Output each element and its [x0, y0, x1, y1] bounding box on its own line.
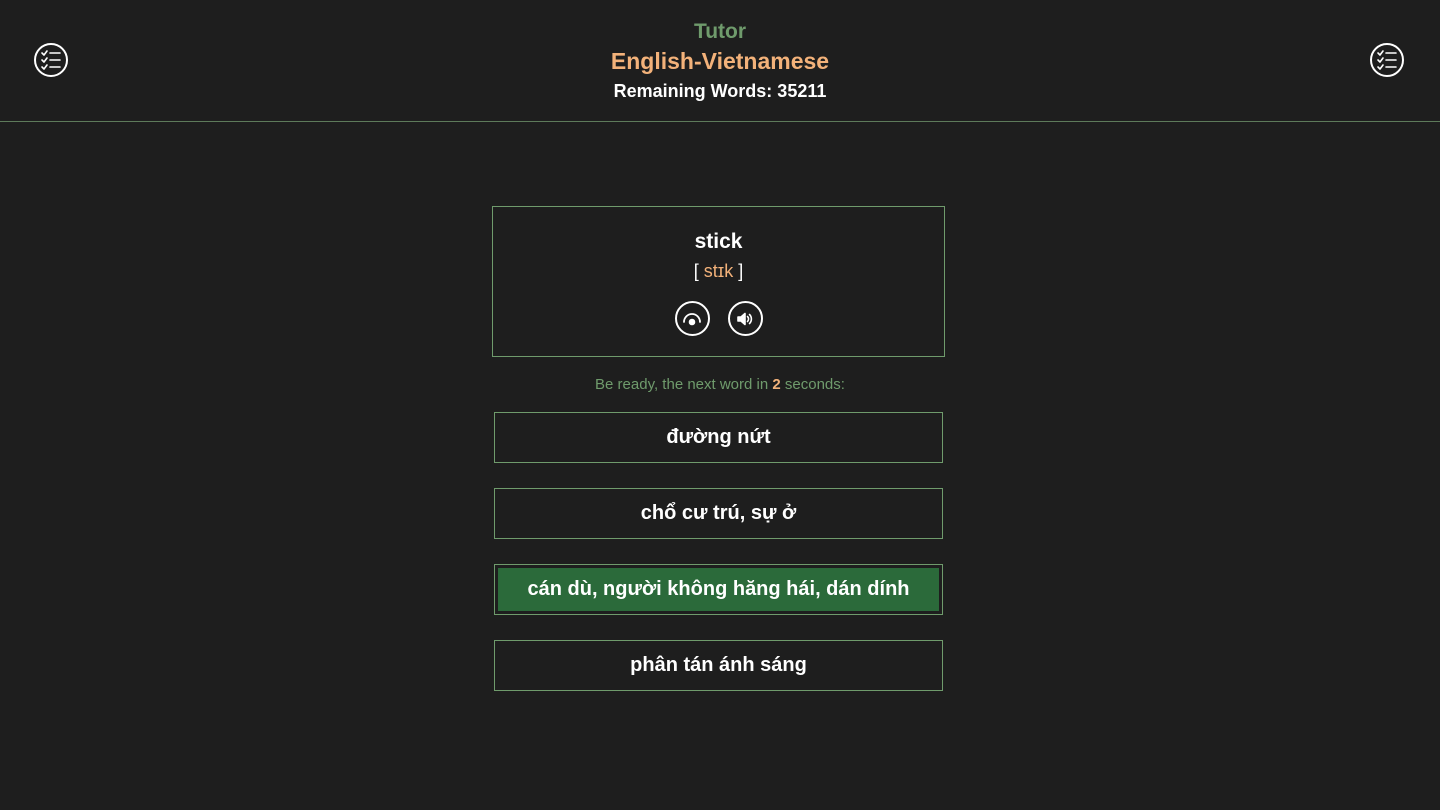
- answer-option-label: đường nứt: [666, 426, 771, 448]
- answer-option-4[interactable]: phân tán ánh sáng: [494, 640, 943, 691]
- word-card: stick [ stɪk ]: [492, 206, 945, 357]
- correct-answer-highlight: cán dù, người không hăng hái, dán dính: [498, 568, 939, 611]
- speaker-icon[interactable]: [727, 301, 763, 336]
- phonetic-text: [ stɪk ]: [493, 259, 944, 283]
- header-titles: Tutor English-Vietnamese Remaining Words…: [0, 18, 1440, 106]
- phonetic-open-bracket: [: [693, 261, 704, 281]
- countdown-text: Be ready, the next word in 2 seconds:: [0, 375, 1440, 395]
- answer-option-2[interactable]: chổ cư trú, sự ở: [494, 488, 943, 539]
- phonetic-ipa: stɪk: [703, 261, 734, 281]
- app-title: Tutor: [693, 20, 747, 43]
- answer-option-label: chổ cư trú, sự ở: [640, 502, 797, 524]
- answer-option-1[interactable]: đường nứt: [494, 412, 943, 463]
- header-bar: Tutor English-Vietnamese Remaining Words…: [0, 0, 1440, 122]
- language-pair-title: English-Vietnamese: [610, 48, 830, 74]
- word-text: stick: [694, 230, 743, 253]
- countdown-suffix: seconds:: [780, 376, 845, 393]
- countdown-prefix: Be ready, the next word in: [595, 376, 773, 393]
- checklist-icon[interactable]: [1370, 43, 1404, 77]
- countdown-seconds: 2: [772, 376, 781, 393]
- card-actions: [493, 301, 944, 336]
- remaining-words-label: Remaining Words: 35211: [613, 81, 827, 101]
- phonetic-close-bracket: ]: [733, 261, 744, 281]
- answer-option-label: cán dù, người không hăng hái, dán dính: [527, 578, 910, 600]
- eye-icon[interactable]: [674, 301, 710, 336]
- answer-option-label: phân tán ánh sáng: [630, 654, 807, 676]
- answer-option-3-correct[interactable]: cán dù, người không hăng hái, dán dính: [494, 564, 943, 615]
